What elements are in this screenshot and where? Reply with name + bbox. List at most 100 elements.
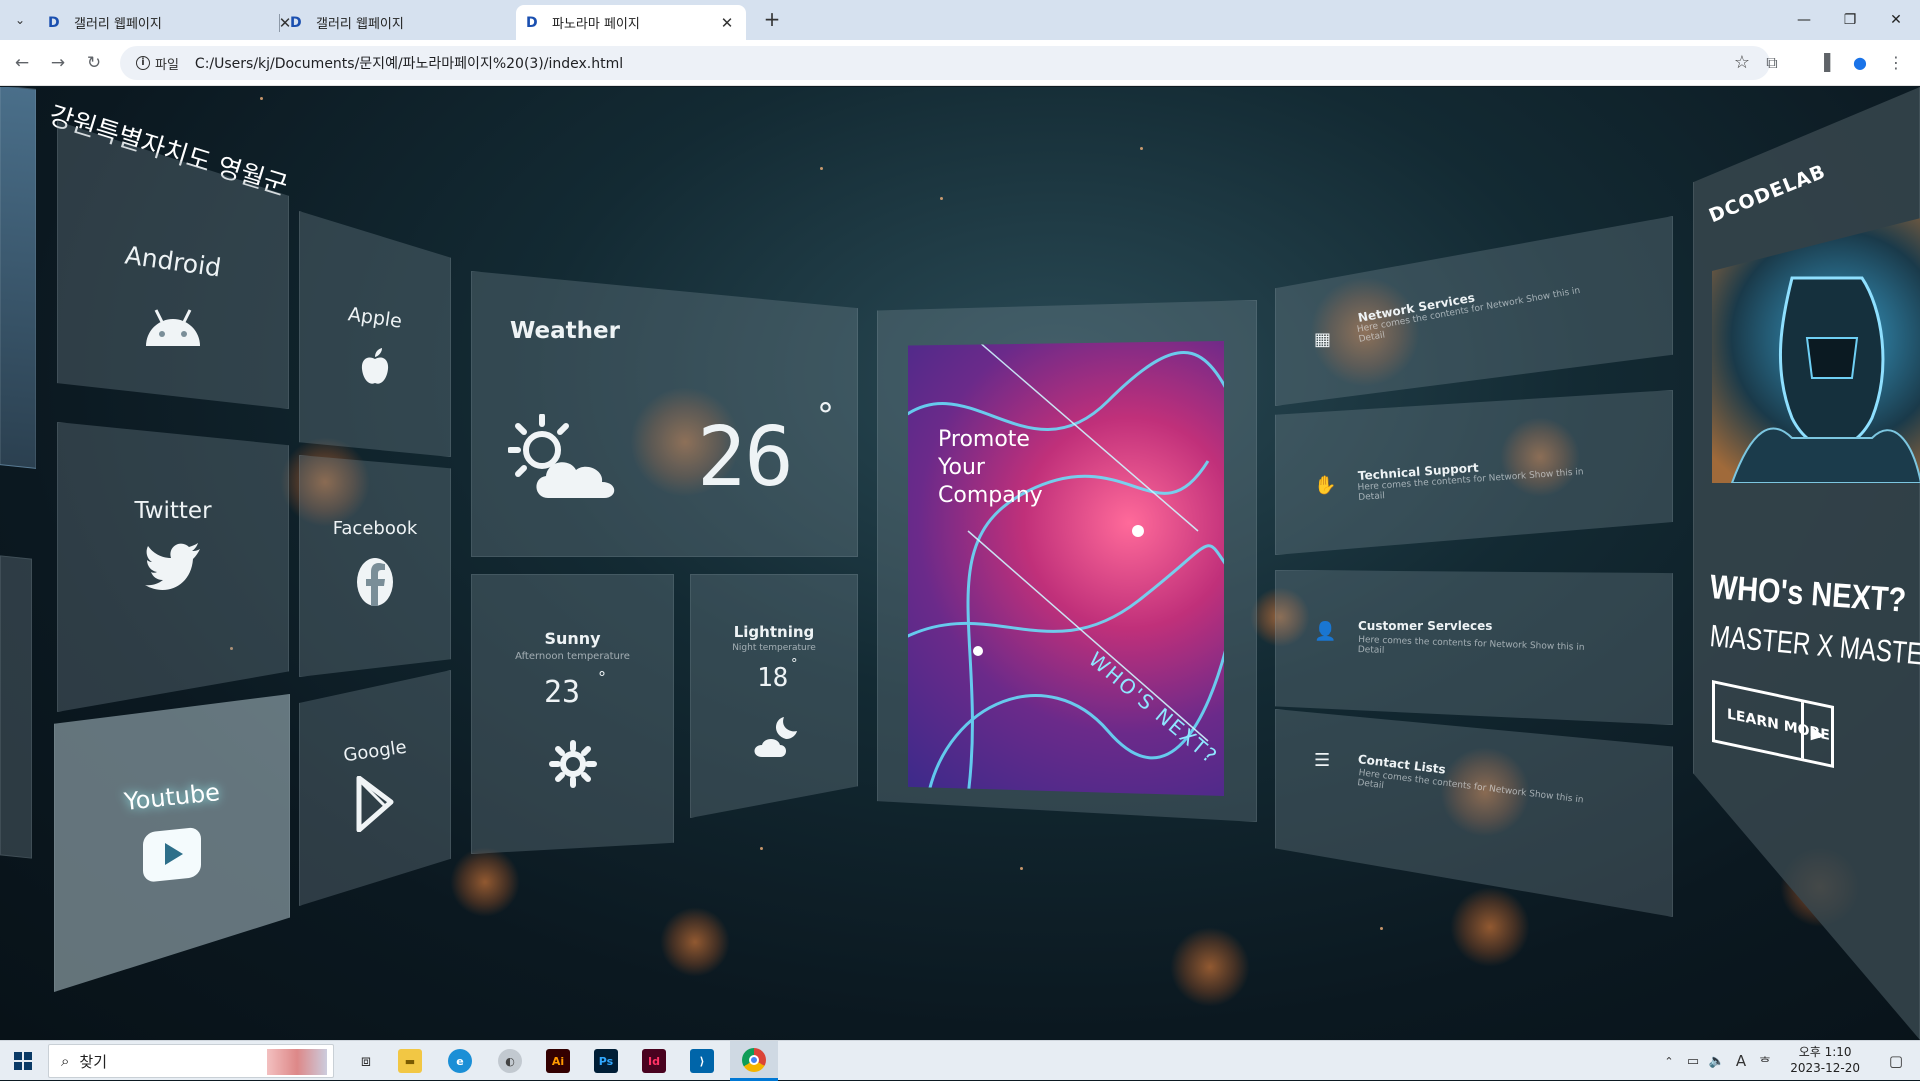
bokeh-light: [1170, 927, 1250, 1007]
reload-icon[interactable]: ↻: [82, 51, 106, 75]
poster-headline-line: Company: [938, 483, 1043, 508]
sun-icon: [548, 740, 597, 788]
youtube-icon: [143, 827, 201, 882]
side-panel-icon[interactable]: ▐: [1812, 51, 1836, 75]
google-play-icon: [356, 776, 394, 832]
service-description: Here comes the contents for Network Show…: [1356, 768, 1584, 806]
list-icon: ☰: [1314, 750, 1331, 771]
clock-time: 오후 1:10: [1798, 1045, 1852, 1059]
promo-brand: DCODELAB: [1705, 160, 1830, 228]
address-bar[interactable]: i 파일 C:/Users/kj/Documents/문지예/파노라마페이지%2…: [120, 46, 1770, 80]
android-icon: [146, 309, 200, 346]
panel-label: Android: [123, 240, 223, 283]
particle: [1140, 147, 1143, 150]
chrome-icon[interactable]: [730, 1041, 778, 1081]
tab-gallery-2[interactable]: D 갤러리 웹페이지 ✕: [280, 5, 546, 40]
network-tray-icon[interactable]: ▭: [1682, 1041, 1704, 1081]
url-text[interactable]: C:/Users/kj/Documents/문지예/파노라마페이지%20(3)/…: [195, 53, 623, 73]
tab-favicon: D: [290, 14, 302, 31]
google-panel[interactable]: Google: [299, 670, 451, 906]
tab-favicon: D: [48, 14, 60, 31]
close-window-button[interactable]: ✕: [1873, 8, 1919, 32]
close-icon[interactable]: ✕: [718, 14, 736, 32]
bookmark-star-icon[interactable]: ☆: [1734, 52, 1750, 73]
learn-more-button[interactable]: LEARN MORE ▶: [1712, 680, 1834, 768]
volume-icon[interactable]: 🔈: [1706, 1041, 1728, 1081]
search-highlight-image: [267, 1049, 327, 1075]
promo-subheadline: MASTER X MASTER: [1708, 618, 1920, 674]
windows-taskbar: ⌕ 찾기 ⧈ ▬ e ◐ Ai Ps Id ⟩ ⌃ ▭ 🔈 A ᄒ 오후 1:1…: [0, 1040, 1920, 1081]
restore-button[interactable]: ❐: [1827, 8, 1873, 32]
facebook-panel[interactable]: Facebook: [299, 455, 451, 677]
tab-title: 파노라마 페이지: [552, 17, 640, 32]
apple-panel[interactable]: Apple: [299, 211, 451, 457]
ime-mode-icon[interactable]: ᄒ: [1754, 1041, 1776, 1081]
notification-icon[interactable]: ▢: [1876, 1041, 1916, 1081]
site-info-button[interactable]: i 파일: [130, 50, 185, 76]
twitter-panel[interactable]: Twitter: [57, 422, 289, 712]
person-icon: 👤: [1314, 621, 1337, 642]
service-panel-technical[interactable]: ✋ Technical Support Here comes the conte…: [1275, 390, 1673, 555]
task-view-icon[interactable]: ⧈: [346, 1041, 386, 1081]
facebook-icon: [357, 558, 393, 606]
twitter-icon: [145, 543, 200, 590]
back-icon[interactable]: ←: [10, 51, 34, 75]
poster-image: Promote Your Company WHO'S NEXT?: [908, 341, 1224, 796]
edge-icon[interactable]: e: [440, 1041, 480, 1081]
file-explorer-icon[interactable]: ▬: [390, 1041, 430, 1081]
youtube-panel[interactable]: Youtube: [54, 694, 290, 992]
degree-symbol: °: [598, 668, 606, 687]
service-panel-customer[interactable]: 👤 Customer Servleces Here comes the cont…: [1275, 570, 1673, 725]
service-panel-network[interactable]: ▦ Network Services Here comes the conten…: [1275, 216, 1673, 406]
photoshop-icon[interactable]: Ps: [586, 1041, 626, 1081]
panel-label: Facebook: [332, 518, 418, 539]
apple-icon: [361, 348, 389, 384]
weather-title: Weather: [510, 318, 620, 344]
search-icon: ⌕: [61, 1052, 70, 1070]
app-icon[interactable]: ◐: [490, 1041, 530, 1081]
indesign-icon[interactable]: Id: [634, 1041, 674, 1081]
vscode-icon[interactable]: ⟩: [682, 1041, 722, 1081]
poster-headline-line: Promote: [938, 427, 1030, 452]
illustrator-icon[interactable]: Ai: [538, 1041, 578, 1081]
profile-icon[interactable]: ●: [1848, 51, 1872, 75]
service-panel-contact[interactable]: ☰ Contact Lists Here comes the contents …: [1275, 709, 1673, 917]
sunny-panel: Sunny Afternoon temperature 23 °: [471, 574, 674, 854]
particle: [1020, 867, 1023, 870]
tab-panorama[interactable]: D 파노라마 페이지 ✕: [516, 5, 746, 40]
hand-icon: ✋: [1314, 475, 1337, 496]
site-info-label: 파일: [155, 57, 179, 73]
ime-icon[interactable]: A: [1730, 1041, 1752, 1081]
forward-icon[interactable]: →: [46, 51, 70, 75]
tab-title: 갤러리 웹페이지: [74, 17, 162, 32]
tray-overflow-icon[interactable]: ⌃: [1658, 1041, 1680, 1081]
tab-search-button[interactable]: ⌄: [8, 9, 32, 31]
minimize-button[interactable]: —: [1781, 8, 1827, 32]
left-edge-panel: [0, 555, 32, 859]
sunny-temperature: 23: [544, 675, 581, 710]
bokeh-light: [660, 907, 730, 977]
moon-cloud-icon: [754, 717, 797, 757]
network-icon: ▦: [1314, 329, 1332, 350]
lightning-temperature: 18: [757, 663, 789, 693]
browser-toolbar: ← → ↻ i 파일 C:/Users/kj/Documents/문지예/파노라…: [0, 40, 1920, 86]
tab-gallery-1[interactable]: D 갤러리 웹페이지 ✕: [38, 5, 304, 40]
taskbar-search-box[interactable]: ⌕ 찾기: [48, 1044, 334, 1078]
bokeh-light: [450, 847, 520, 917]
taskbar-clock[interactable]: 오후 1:10 2023-12-20: [1790, 1044, 1860, 1076]
lightning-title: Lightning: [733, 623, 815, 641]
browser-tab-bar: ⌄ D 갤러리 웹페이지 ✕ D 갤러리 웹페이지 ✕ D 파노라마 페이지 ✕…: [0, 0, 1920, 40]
new-tab-button[interactable]: +: [758, 8, 786, 32]
sunny-subtitle: Afternoon temperature: [515, 651, 630, 662]
particle: [940, 197, 943, 200]
windows-start-icon[interactable]: [0, 1041, 46, 1081]
info-icon: i: [136, 56, 150, 70]
poster-panel[interactable]: Promote Your Company WHO'S NEXT?: [877, 300, 1257, 822]
bokeh-light: [1450, 887, 1530, 967]
particle: [760, 847, 763, 850]
particle: [1380, 927, 1383, 930]
extensions-icon[interactable]: ⧉: [1760, 51, 1784, 75]
promo-headline: WHO's NEXT?: [1708, 568, 1908, 620]
menu-icon[interactable]: ⋮: [1884, 51, 1908, 75]
search-placeholder: 찾기: [79, 1052, 108, 1071]
